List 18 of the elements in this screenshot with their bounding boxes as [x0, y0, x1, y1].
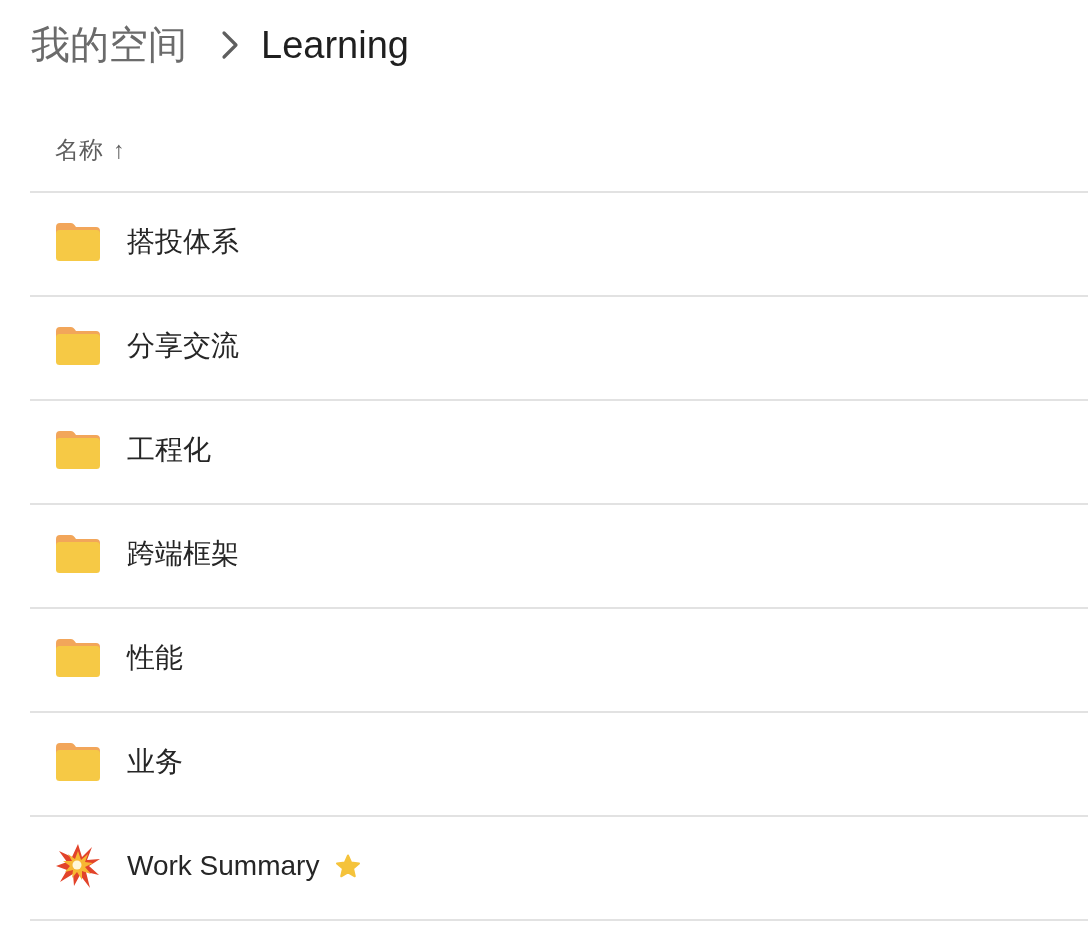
explosion-icon: [56, 844, 100, 888]
breadcrumb-link[interactable]: 我的空间: [31, 22, 187, 68]
folder-icon: [56, 223, 100, 261]
folder-icon: [56, 327, 100, 365]
folder-name[interactable]: 性能: [127, 641, 183, 675]
folder-name[interactable]: 工程化: [127, 433, 211, 467]
folder-icon: [56, 431, 100, 469]
breadcrumb-current: Learning: [261, 23, 409, 68]
folder-name[interactable]: 分享交流: [127, 329, 239, 363]
folder-icon: [56, 535, 100, 573]
document-name[interactable]: Work Summary: [127, 849, 320, 883]
folder-name[interactable]: 业务: [127, 745, 183, 779]
folder-name[interactable]: 跨端框架: [127, 537, 239, 571]
folder-name[interactable]: 搭投体系: [127, 225, 239, 259]
folder-icon: [56, 743, 100, 781]
folder-icon: [56, 639, 100, 677]
name-column-header[interactable]: 名称 ↑: [55, 134, 125, 165]
chevron-right-icon: [221, 30, 239, 60]
